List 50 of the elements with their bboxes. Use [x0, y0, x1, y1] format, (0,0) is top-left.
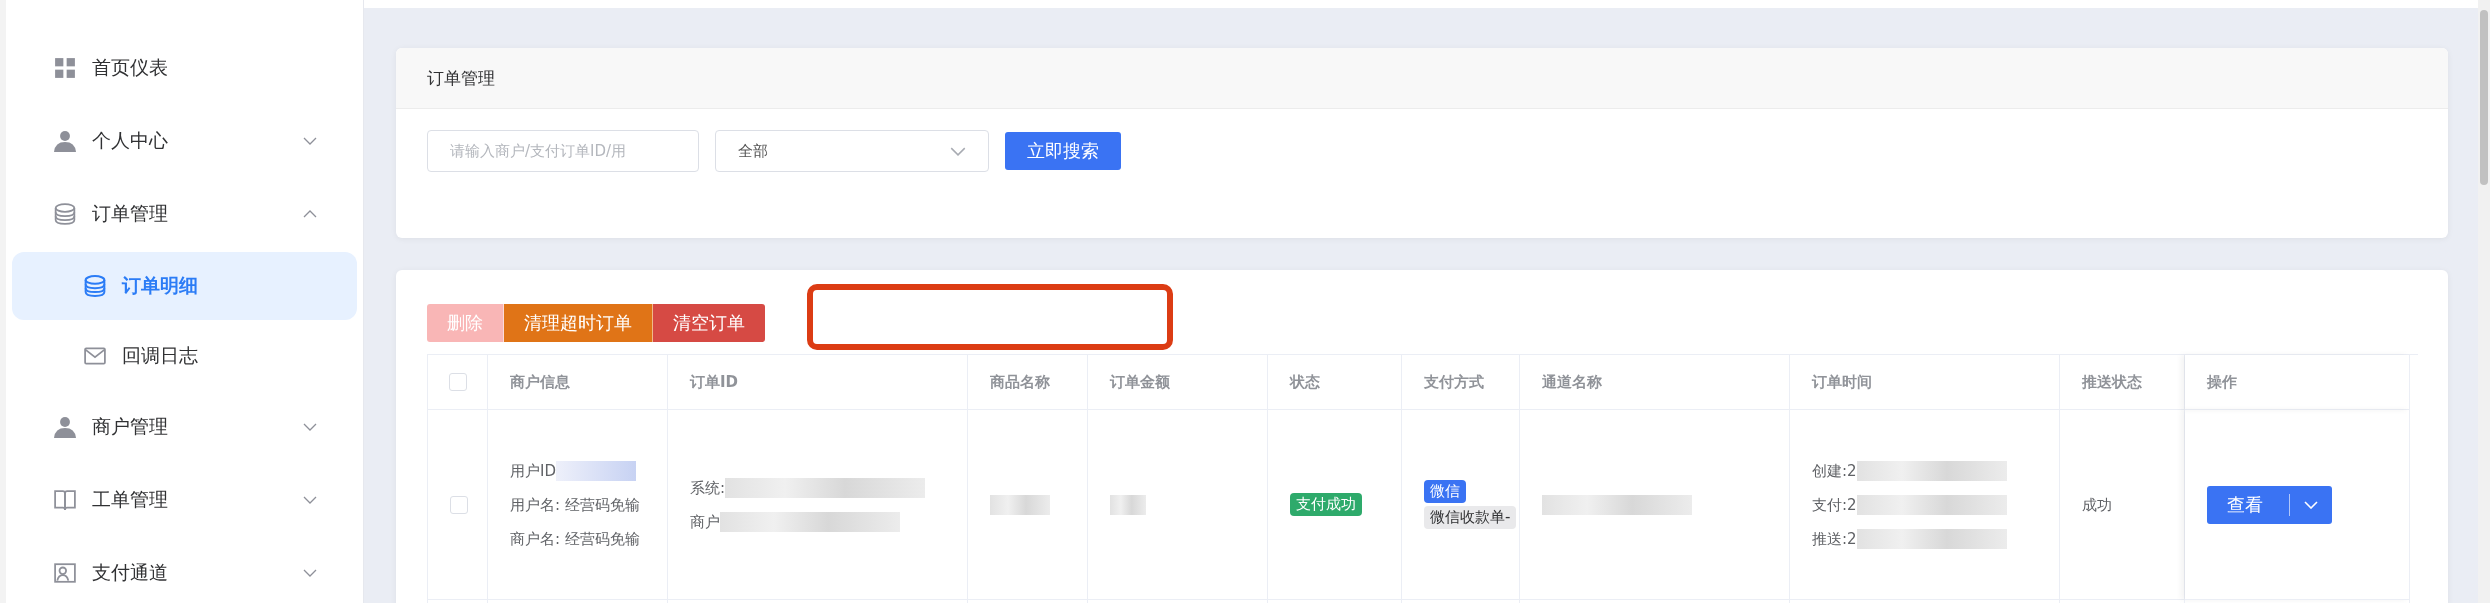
- database-icon: [54, 202, 76, 225]
- search-field[interactable]: 请输入商户/支付订单ID/用: [427, 130, 699, 172]
- cell-text: 推送:2: [1812, 528, 1857, 550]
- id-card-icon: [54, 561, 76, 584]
- column-header: 订单金额: [1110, 372, 1170, 392]
- scrollbar-thumb[interactable]: [2480, 10, 2488, 185]
- cell-text: 成功: [2082, 494, 2112, 516]
- column-header: 商品名称: [990, 372, 1050, 392]
- cell-text: 支付:2: [1812, 494, 1857, 516]
- channel-tag: 微信收款单-: [1424, 506, 1517, 529]
- grid-icon: [54, 56, 76, 79]
- sidebar-item[interactable]: 商户管理: [12, 390, 357, 463]
- redacted-block: [1110, 494, 1146, 515]
- redacted-block: [990, 494, 1050, 515]
- cell-text: 系统:: [690, 477, 726, 499]
- checkbox[interactable]: [448, 373, 467, 391]
- status-tag: 支付成功: [1290, 493, 1362, 516]
- column-header: 商户信息: [510, 372, 570, 392]
- mail-icon: [84, 345, 106, 367]
- column-header: 状态: [1290, 372, 1320, 392]
- column-header: 订单ID: [690, 372, 739, 392]
- sidebar-subitem[interactable]: 回调日志: [12, 322, 357, 390]
- user-icon: [54, 129, 76, 152]
- cell-text: 创建:2: [1812, 460, 1857, 482]
- view-button[interactable]: 查看: [2207, 485, 2332, 524]
- checkbox[interactable]: [450, 495, 468, 514]
- caret-icon: [2304, 500, 2318, 509]
- column-header: 通道名称: [1542, 372, 1602, 392]
- cell-text: 商户名: 经营码免输: [510, 528, 640, 550]
- user-icon: [54, 415, 76, 438]
- card-title: 订单管理: [427, 66, 495, 90]
- payment-tag: 微信: [1424, 480, 1466, 503]
- cell-text: 用户ID: [510, 460, 556, 482]
- column-header: 推送状态: [2082, 372, 2142, 392]
- cell-text: 用户名: 经营码免输: [510, 494, 640, 516]
- column-header: 支付方式: [1424, 372, 1484, 392]
- status-select[interactable]: 全部: [715, 130, 989, 172]
- sidebar-item[interactable]: 工单管理: [12, 463, 357, 536]
- cell-text: 商户: [690, 511, 720, 533]
- sidebar-item[interactable]: 订单管理: [12, 177, 357, 250]
- sidebar-item[interactable]: 首页仪表: [12, 31, 357, 104]
- column-header: 操作: [2207, 372, 2237, 392]
- database-icon: [84, 275, 106, 297]
- column-header: 订单时间: [1812, 372, 1872, 392]
- sidebar-item[interactable]: 个人中心: [12, 104, 357, 177]
- book-icon: [54, 488, 76, 511]
- search-button[interactable]: 立即搜索: [1005, 132, 1121, 170]
- caret-icon: [950, 146, 966, 156]
- sidebar-item[interactable]: 支付通道: [12, 536, 357, 603]
- action-button[interactable]: 清空订单: [653, 304, 765, 342]
